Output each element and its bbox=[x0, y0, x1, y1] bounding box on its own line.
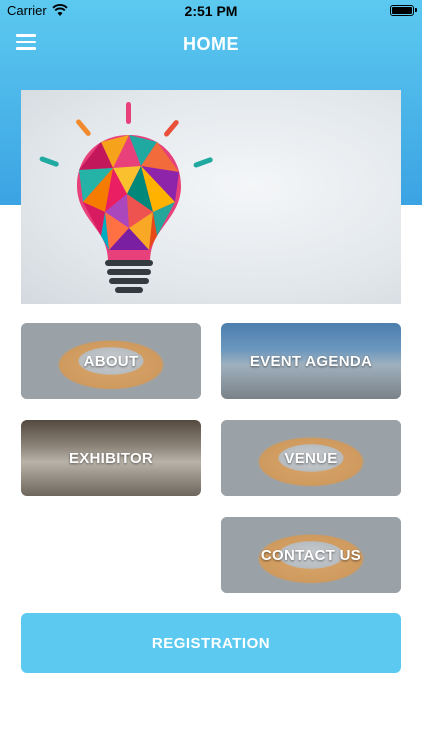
status-time: 2:51 PM bbox=[184, 3, 238, 19]
event-agenda-tile[interactable]: EVENT AGENDA bbox=[221, 323, 401, 399]
status-bar: Carrier 2:51 PM bbox=[0, 0, 422, 22]
venue-tile[interactable]: VENUE bbox=[221, 420, 401, 496]
venue-label: VENUE bbox=[284, 449, 338, 467]
event-agenda-label: EVENT AGENDA bbox=[249, 352, 373, 370]
battery-icon bbox=[390, 5, 417, 16]
about-tile[interactable]: ABOUT bbox=[21, 323, 201, 399]
registration-button[interactable]: REGISTRATION bbox=[21, 613, 401, 673]
lightbulb-illustration bbox=[39, 102, 213, 293]
contact-us-tile[interactable]: CONTACT US bbox=[221, 517, 401, 593]
contact-us-label: CONTACT US bbox=[260, 546, 362, 564]
hero-lightbulb-image bbox=[21, 90, 401, 304]
about-label: ABOUT bbox=[83, 352, 139, 370]
navigation-bar: HOME bbox=[0, 22, 422, 66]
page-title: HOME bbox=[183, 34, 239, 54]
exhibitor-label: EXHIBITOR bbox=[68, 449, 154, 467]
exhibitor-tile[interactable]: EXHIBITOR bbox=[21, 420, 201, 496]
